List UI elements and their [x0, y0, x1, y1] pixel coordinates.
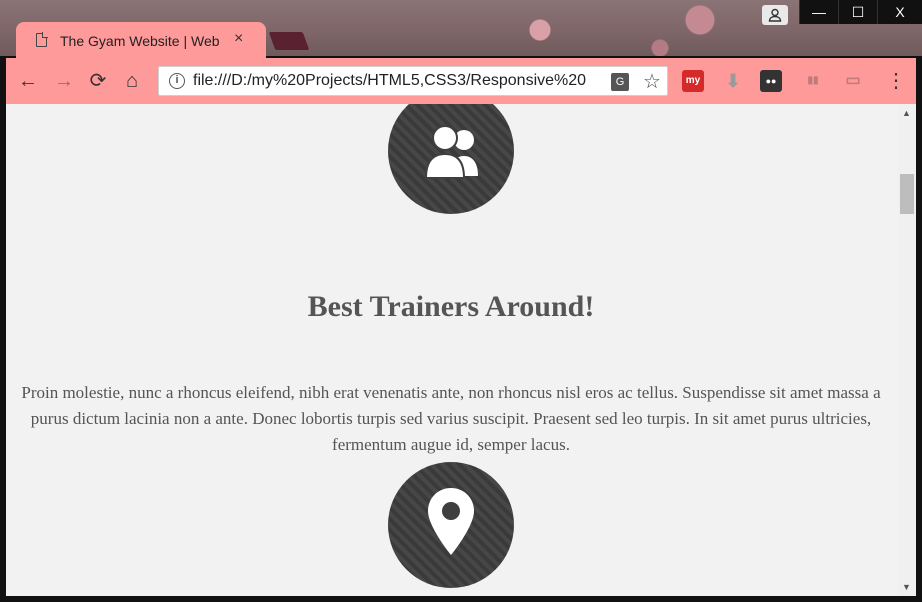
new-tab-button[interactable]: [268, 32, 310, 50]
bookmark-star-icon[interactable]: ☆: [643, 69, 661, 94]
download-extension-icon[interactable]: ⬇: [722, 70, 744, 92]
forward-button[interactable]: →: [52, 69, 76, 93]
address-bar[interactable]: i file:///D:/my%20Projects/HTML5,CSS3/Re…: [158, 66, 668, 96]
info-icon[interactable]: i: [169, 73, 185, 89]
browser-window: The Gyam Website | Web × — ☐ X ← → ⟳ ⌂ i…: [0, 0, 922, 602]
users-icon: [424, 125, 478, 179]
menu-icon[interactable]: ⋮: [886, 68, 906, 93]
scroll-up-arrow[interactable]: ▲: [902, 108, 911, 118]
home-button[interactable]: ⌂: [120, 69, 144, 93]
my-extension-icon[interactable]: my: [682, 70, 704, 92]
page-icon: [36, 32, 48, 47]
vertical-scrollbar[interactable]: ▲ ▼: [898, 104, 916, 596]
page-viewport: Best Trainers Around! Proin molestie, nu…: [6, 104, 916, 596]
map-marker-icon: [428, 488, 474, 555]
location-icon-circle: [388, 462, 514, 588]
section-paragraph: Proin molestie, nunc a rhoncus eleifend,…: [21, 383, 881, 454]
scroll-thumb[interactable]: [900, 174, 914, 214]
maximize-button[interactable]: ☐: [838, 0, 877, 24]
person-icon: [768, 8, 782, 22]
tab-title: The Gyam Website | Web: [60, 33, 220, 49]
reload-button[interactable]: ⟳: [86, 69, 110, 93]
cast-extension-icon[interactable]: ▭: [842, 70, 864, 92]
title-bar: The Gyam Website | Web × — ☐ X: [0, 0, 922, 58]
back-button[interactable]: ←: [16, 69, 40, 93]
tab-close-button[interactable]: ×: [234, 30, 243, 48]
url-text[interactable]: file:///D:/my%20Projects/HTML5,CSS3/Resp…: [193, 72, 603, 90]
trainers-icon-circle: [388, 104, 514, 214]
browser-tab[interactable]: The Gyam Website | Web ×: [16, 22, 266, 58]
profile-button[interactable]: [762, 5, 788, 25]
minimize-button[interactable]: —: [799, 0, 838, 24]
section-heading: Best Trainers Around!: [307, 290, 595, 323]
translate-icon[interactable]: G: [611, 73, 629, 91]
browser-toolbar: ← → ⟳ ⌂ i file:///D:/my%20Projects/HTML5…: [6, 58, 916, 104]
window-controls: — ☐ X: [799, 0, 922, 26]
close-window-button[interactable]: X: [877, 0, 922, 24]
chart-extension-icon[interactable]: ▮▮: [802, 70, 824, 92]
scroll-down-arrow[interactable]: ▼: [902, 582, 911, 592]
glasses-extension-icon[interactable]: ●●: [760, 70, 782, 92]
